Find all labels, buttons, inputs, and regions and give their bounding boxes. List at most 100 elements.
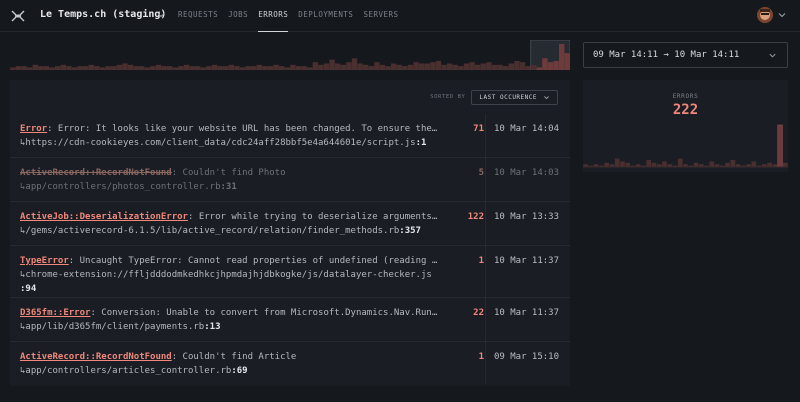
- timeline-bar: [368, 66, 374, 70]
- timeline-bar: [284, 67, 290, 70]
- timeline-bar: [71, 67, 78, 70]
- timeline-bar: [480, 63, 486, 70]
- error-count: 71: [473, 124, 484, 134]
- error-class-link[interactable]: Error: [20, 124, 47, 134]
- error-line-number: :13: [204, 322, 221, 332]
- timeline-bar: [183, 64, 190, 70]
- error-class-link[interactable]: TypeError: [20, 256, 69, 266]
- timeline-bar: [267, 66, 274, 70]
- timeline-bar: [21, 66, 27, 70]
- sparkline-bar: [614, 158, 620, 167]
- timeline-bar: [536, 67, 542, 70]
- error-row[interactable]: TypeError: Uncaught TypeError: Cannot re…: [10, 246, 570, 298]
- sort-select[interactable]: LAST OCCURENCE: [471, 89, 558, 105]
- timeline-bar: [211, 64, 218, 70]
- error-count: 122: [467, 212, 484, 222]
- error-line-number: :31: [220, 182, 237, 192]
- error-row[interactable]: ActiveRecord::RecordNotFound: Couldn't f…: [10, 342, 570, 386]
- app-logo-icon[interactable]: [10, 8, 26, 24]
- timeline-bar: [228, 64, 234, 70]
- timeline-bar: [38, 66, 44, 70]
- top-navigation-bar: Le Temps.ch (staging) REQUESTS JOBS ERRO…: [0, 0, 800, 32]
- timeline-bar: [27, 67, 33, 70]
- error-message: : Uncaught TypeError: Cannot read proper…: [68, 256, 438, 266]
- timeline-bar: [396, 64, 402, 70]
- timeline-bar: [290, 64, 296, 70]
- sparkline-bar: [783, 162, 788, 167]
- timeline-bar: [351, 58, 358, 70]
- avatar[interactable]: [757, 7, 773, 23]
- sparkline-bar: [767, 162, 772, 167]
- chevron-down-icon[interactable]: [777, 10, 787, 20]
- timeline-bar: [318, 64, 324, 70]
- timeline-bar: [116, 64, 122, 70]
- timeline-bar: [463, 63, 470, 70]
- timeline-bar: [435, 60, 442, 70]
- error-summary: ActiveJob::DeserializationError: Error w…: [20, 210, 440, 238]
- error-count: 1: [478, 256, 484, 266]
- error-row[interactable]: ActiveJob::DeserializationError: Error w…: [10, 202, 570, 246]
- error-class-link[interactable]: D365fm::Error: [20, 308, 90, 318]
- timeline-bar: [374, 62, 380, 70]
- timeline-bar: [385, 66, 391, 70]
- error-timeline[interactable]: [10, 40, 570, 70]
- timeline-bar: [15, 66, 22, 70]
- errors-list: Error: Error: It looks like your website…: [10, 114, 570, 386]
- timeline-bar: [447, 63, 453, 70]
- timeline-bar: [475, 64, 481, 70]
- timeline-bar: [323, 63, 330, 70]
- sparkline-bar: [677, 158, 683, 167]
- nav-jobs[interactable]: JOBS: [228, 0, 248, 32]
- errors-list-panel: SORTED BY LAST OCCURENCE Error: Error: I…: [10, 80, 570, 386]
- timeline-bar: [167, 66, 173, 70]
- sparkline-bar: [693, 162, 699, 167]
- nav-deployments[interactable]: DEPLOYMENTS: [298, 0, 353, 32]
- error-row[interactable]: D365fm::Error: Conversion: Unable to con…: [10, 298, 570, 342]
- timeline-bar: [122, 63, 128, 70]
- timeline-bar: [239, 67, 246, 70]
- sparkline-bar: [604, 162, 609, 167]
- timeline-bar: [430, 62, 436, 70]
- error-class-link[interactable]: ActiveRecord::RecordNotFound: [20, 168, 172, 178]
- chevron-down-icon: [769, 53, 776, 58]
- app-title[interactable]: Le Temps.ch (staging): [40, 9, 166, 20]
- timeline-bar: [94, 66, 100, 70]
- timeline-bar: [363, 64, 369, 70]
- timeline-bar: [307, 67, 313, 70]
- timeline-bar: [441, 64, 447, 70]
- timeline-bar: [458, 66, 464, 70]
- nav-errors[interactable]: ERRORS: [258, 0, 289, 32]
- error-row[interactable]: ActiveRecord::RecordNotFound: Couldn't f…: [10, 158, 570, 202]
- sparkline-bar: [651, 162, 657, 167]
- chevron-down-icon[interactable]: [156, 10, 166, 20]
- nav-servers[interactable]: SERVERS: [363, 0, 398, 32]
- errors-stat-panel: ERRORS 222: [583, 80, 788, 172]
- error-count: 1: [478, 352, 484, 362]
- timeline-bar: [491, 64, 498, 70]
- timeline-bar: [206, 66, 212, 70]
- timeline-bar: [452, 64, 458, 70]
- error-message: : Couldn't find Photo: [171, 168, 286, 178]
- timeline-bar: [542, 58, 548, 70]
- chevron-down-icon: [544, 95, 549, 99]
- timeline-bar: [178, 66, 184, 70]
- timeline-bar: [503, 66, 509, 70]
- timeline-bar: [413, 62, 419, 70]
- timeline-bar: [139, 66, 145, 70]
- timeline-chart[interactable]: [10, 40, 570, 70]
- timeline-bar: [553, 60, 559, 70]
- timeline-bar: [514, 60, 520, 70]
- error-class-link[interactable]: ActiveJob::DeserializationError: [20, 212, 188, 222]
- timeline-bar: [312, 62, 318, 70]
- error-row[interactable]: Error: Error: It looks like your website…: [10, 114, 570, 158]
- sparkline-bar: [620, 161, 625, 167]
- sort-value: LAST OCCURENCE: [479, 93, 537, 101]
- sparkline-bar: [625, 162, 631, 167]
- error-class-link[interactable]: ActiveRecord::RecordNotFound: [20, 352, 172, 362]
- timeline-bar: [497, 64, 503, 70]
- timeline-bar: [127, 64, 134, 70]
- timeline-bar: [301, 66, 307, 70]
- error-summary: D365fm::Error: Conversion: Unable to con…: [20, 306, 440, 334]
- nav-requests[interactable]: REQUESTS: [178, 0, 218, 32]
- date-range-select[interactable]: 09 Mar 14:11 → 10 Mar 14:11: [583, 42, 788, 68]
